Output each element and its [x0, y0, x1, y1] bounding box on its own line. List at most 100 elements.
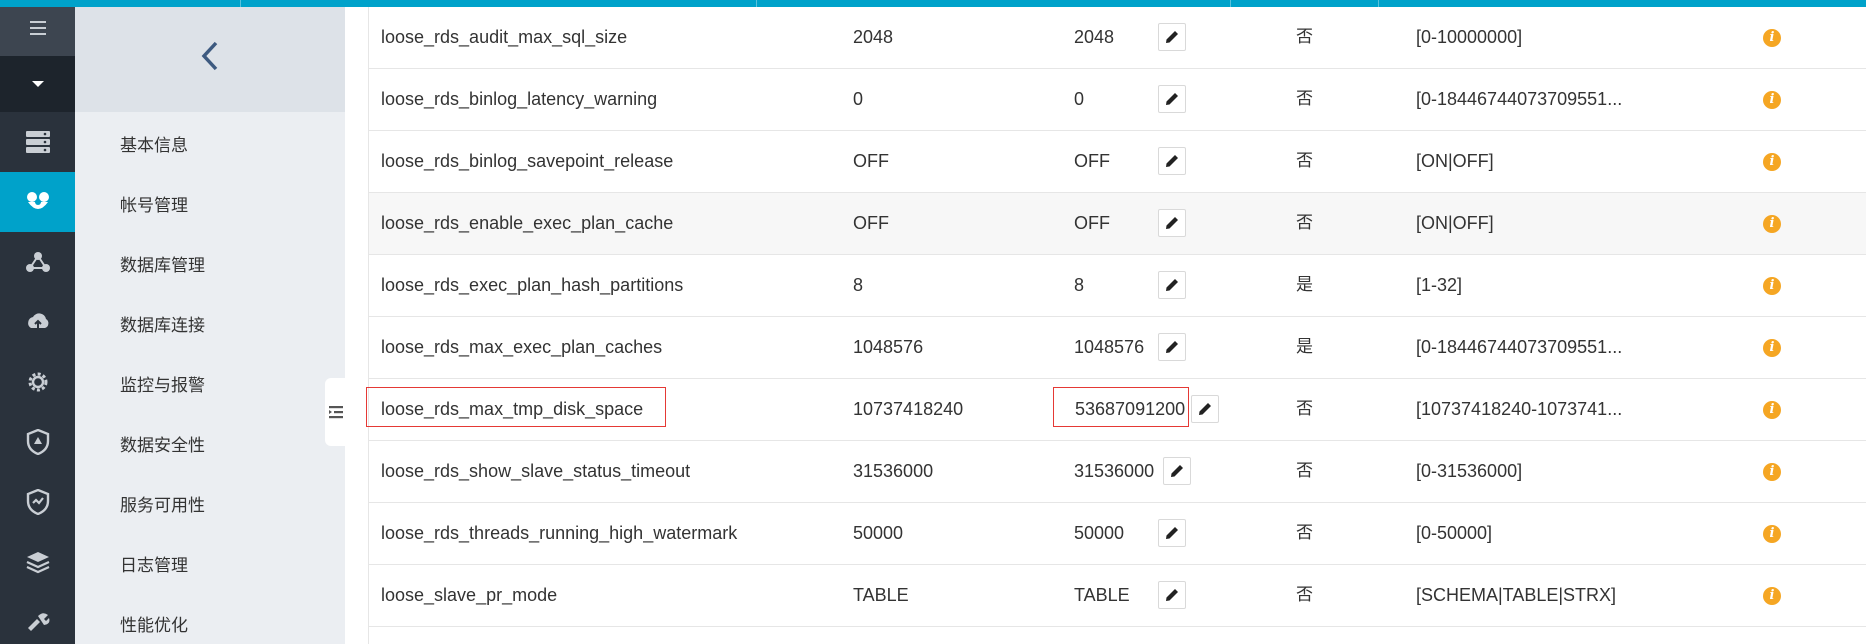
param-running-value: 1048576 — [1074, 337, 1145, 357]
table-row: loose_rds_enable_exec_plan_cache OFF OFF… — [369, 193, 1866, 255]
nav-item-connections[interactable]: 数据库连接 — [120, 311, 205, 336]
edit-button[interactable] — [1163, 457, 1191, 485]
param-range: [0-50000] — [1416, 523, 1493, 543]
param-range: [ON|OFF] — [1416, 213, 1494, 233]
database-stack-icon[interactable] — [0, 532, 75, 592]
info-icon[interactable]: i — [1763, 29, 1781, 47]
table-row: loose_rds_audit_max_sql_size 2048 2048 否… — [369, 7, 1866, 69]
param-restart-required: 否 — [1296, 585, 1313, 605]
pencil-icon — [1166, 527, 1178, 539]
pencil-icon — [1199, 403, 1211, 415]
info-icon[interactable]: i — [1763, 277, 1781, 295]
param-restart-required: 是 — [1296, 337, 1313, 357]
cluster-icon[interactable] — [0, 232, 75, 292]
param-running-value: 31536000 — [1074, 461, 1155, 481]
param-running-value: 50000 — [1074, 523, 1125, 543]
cloud-sync-icon[interactable] — [0, 292, 75, 352]
param-range: [SCHEMA|TABLE|STRX] — [1416, 585, 1617, 605]
collapse-nav-toggle[interactable] — [325, 378, 347, 446]
edit-button[interactable] — [1191, 395, 1219, 423]
edit-button[interactable] — [1158, 271, 1186, 299]
pencil-icon — [1166, 217, 1178, 229]
instance-icon[interactable] — [0, 172, 75, 232]
info-icon[interactable]: i — [1763, 153, 1781, 171]
parameter-table: loose_rds_audit_max_sql_size 2048 2048 否… — [366, 7, 1866, 644]
availability-shield-icon[interactable] — [0, 472, 75, 532]
server-list-icon[interactable] — [0, 112, 75, 172]
nav-item-basic-info[interactable]: 基本信息 — [120, 131, 188, 156]
param-name: loose_rds_binlog_savepoint_release — [381, 151, 674, 171]
param-default-value: OFF — [853, 151, 889, 171]
nav-item-monitoring[interactable]: 监控与报警 — [120, 371, 205, 396]
param-restart-required: 否 — [1296, 523, 1313, 543]
table-row-highlighted: loose_rds_max_tmp_disk_space 10737418240… — [366, 379, 1866, 441]
param-restart-required: 否 — [1296, 399, 1313, 419]
param-default-value: TABLE — [853, 585, 909, 605]
pencil-icon — [1166, 155, 1178, 167]
param-restart-required: 否 — [1296, 27, 1313, 47]
param-name: loose_rds_audit_max_sql_size — [381, 27, 628, 47]
pencil-icon — [1171, 465, 1183, 477]
nav-item-databases[interactable]: 数据库管理 — [120, 251, 205, 276]
pencil-icon — [1166, 93, 1178, 105]
edit-button[interactable] — [1158, 209, 1186, 237]
pencil-icon — [1166, 589, 1178, 601]
param-running-value: 0 — [1074, 89, 1085, 109]
edit-button[interactable] — [1158, 85, 1186, 113]
back-button[interactable] — [75, 0, 345, 112]
info-icon[interactable]: i — [1763, 587, 1781, 605]
tools-icon[interactable] — [0, 592, 75, 644]
param-default-value: OFF — [853, 213, 889, 233]
param-range: [0-18446744073709551... — [1416, 89, 1623, 109]
edit-button[interactable] — [1158, 23, 1186, 51]
pencil-icon — [1166, 279, 1178, 291]
info-icon[interactable]: i — [1763, 401, 1781, 419]
param-default-value: 1048576 — [853, 337, 924, 357]
table-row: loose_rds_binlog_latency_warning 0 0 否 [… — [369, 69, 1866, 131]
param-range: [ON|OFF] — [1416, 151, 1494, 171]
param-restart-required: 否 — [1296, 213, 1313, 233]
param-running-value: TABLE — [1074, 585, 1130, 605]
nav-item-availability[interactable]: 服务可用性 — [120, 491, 205, 516]
pencil-icon — [1166, 31, 1178, 43]
info-icon[interactable]: i — [1763, 463, 1781, 481]
table-row: loose_rds_show_slave_status_timeout 3153… — [369, 441, 1866, 503]
param-default-value: 31536000 — [853, 461, 934, 481]
highlight-box-value — [1053, 387, 1189, 427]
param-name: loose_rds_max_exec_plan_caches — [381, 337, 663, 357]
param-running-value: OFF — [1074, 213, 1110, 233]
nav-item-performance[interactable]: 性能优化 — [120, 611, 188, 636]
param-name: loose_rds_binlog_latency_warning — [381, 89, 658, 109]
highlight-box-name — [366, 387, 666, 427]
param-name: loose_rds_enable_exec_plan_cache — [381, 213, 674, 233]
param-range: [10737418240-1073741... — [1416, 399, 1623, 419]
param-default-value: 10737418240 — [853, 399, 964, 419]
info-icon[interactable]: i — [1763, 339, 1781, 357]
security-shield-icon[interactable] — [0, 412, 75, 472]
edit-button[interactable] — [1158, 333, 1186, 361]
pencil-icon — [1166, 341, 1178, 353]
info-icon[interactable]: i — [1763, 525, 1781, 543]
edit-button[interactable] — [1158, 581, 1186, 609]
menu-icon[interactable] — [0, 0, 75, 56]
param-range: [0-10000000] — [1416, 27, 1523, 47]
param-running-value: OFF — [1074, 151, 1110, 171]
param-default-value: 2048 — [853, 27, 894, 47]
edit-button[interactable] — [1158, 147, 1186, 175]
param-name: loose_rds_exec_plan_hash_partitions — [381, 275, 684, 295]
param-default-value: 50000 — [853, 523, 904, 543]
param-running-value: 2048 — [1074, 27, 1115, 47]
nav-item-data-security[interactable]: 数据安全性 — [120, 431, 205, 456]
table-row: loose_rds_max_exec_plan_caches 1048576 1… — [369, 317, 1866, 379]
icon-rail — [0, 0, 75, 644]
nav-item-accounts[interactable]: 帐号管理 — [120, 191, 188, 216]
info-icon[interactable]: i — [1763, 91, 1781, 109]
info-icon[interactable]: i — [1763, 215, 1781, 233]
top-accent-bar — [0, 0, 1866, 7]
param-range: [0-18446744073709551... — [1416, 337, 1623, 357]
dropdown-caret-icon[interactable] — [0, 56, 75, 112]
nav-item-logs[interactable]: 日志管理 — [120, 551, 188, 576]
settings-gear-icon[interactable] — [0, 352, 75, 412]
edit-button[interactable] — [1158, 519, 1186, 547]
param-restart-required: 是 — [1296, 275, 1313, 295]
